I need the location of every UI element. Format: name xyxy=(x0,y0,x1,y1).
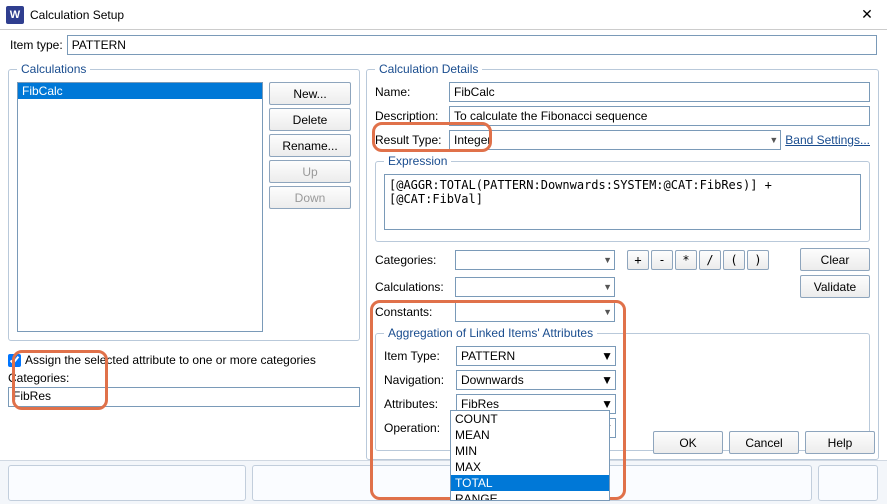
expr-categories-label: Categories: xyxy=(375,253,451,267)
option-range[interactable]: RANGE xyxy=(451,491,609,500)
item-type-input[interactable] xyxy=(67,35,877,55)
categories-label: Categories: xyxy=(8,371,360,385)
aggr-itemtype-dropdown[interactable]: PATTERN▼ xyxy=(456,346,616,366)
chevron-down-icon: ▼ xyxy=(603,255,612,265)
ok-button[interactable]: OK xyxy=(653,431,723,454)
option-total[interactable]: TOTAL xyxy=(451,475,609,491)
result-type-value: Integer xyxy=(454,133,491,147)
close-icon[interactable]: ✕ xyxy=(847,0,887,30)
list-item[interactable]: FibCalc xyxy=(18,83,262,99)
app-icon: W xyxy=(6,6,24,24)
aggr-navigation-dropdown[interactable]: Downwards▼ xyxy=(456,370,616,390)
rename-button[interactable]: Rename... xyxy=(269,134,351,157)
delete-button[interactable]: Delete xyxy=(269,108,351,131)
expression-legend: Expression xyxy=(384,154,451,168)
down-button: Down xyxy=(269,186,351,209)
aggr-navigation-label: Navigation: xyxy=(384,373,452,387)
op-lparen-button[interactable]: ( xyxy=(723,250,745,270)
op-mul-button[interactable]: * xyxy=(675,250,697,270)
expr-constants-label: Constants: xyxy=(375,305,451,319)
aggr-attributes-label: Attributes: xyxy=(384,397,452,411)
expr-calculations-label: Calculations: xyxy=(375,280,451,294)
chevron-down-icon: ▼ xyxy=(601,349,613,363)
details-legend: Calculation Details xyxy=(375,62,482,76)
assign-checkbox[interactable] xyxy=(8,354,21,367)
result-type-label: Result Type: xyxy=(375,133,445,147)
calculations-legend: Calculations xyxy=(17,62,90,76)
op-plus-button[interactable]: + xyxy=(627,250,649,270)
chevron-down-icon: ▼ xyxy=(601,397,613,411)
description-label: Description: xyxy=(375,109,445,123)
operation-options-list[interactable]: COUNT MEAN MIN MAX TOTAL RANGE xyxy=(450,410,610,501)
expr-calculations-dropdown[interactable]: ▼ xyxy=(455,277,615,297)
cancel-button[interactable]: Cancel xyxy=(729,431,799,454)
result-type-dropdown[interactable]: Integer ▼ xyxy=(449,130,781,150)
calculations-list[interactable]: FibCalc xyxy=(17,82,263,332)
op-rparen-button[interactable]: ) xyxy=(747,250,769,270)
chevron-down-icon: ▼ xyxy=(603,307,612,317)
name-input[interactable] xyxy=(449,82,870,102)
name-label: Name: xyxy=(375,85,445,99)
expr-constants-dropdown[interactable]: ▼ xyxy=(455,302,615,322)
categories-value[interactable]: FibRes xyxy=(8,387,360,407)
aggr-itemtype-label: Item Type: xyxy=(384,349,452,363)
expression-input[interactable] xyxy=(384,174,861,230)
chevron-down-icon: ▼ xyxy=(601,373,613,387)
help-button[interactable]: Help xyxy=(805,431,875,454)
new-button[interactable]: New... xyxy=(269,82,351,105)
aggregation-legend: Aggregation of Linked Items' Attributes xyxy=(384,326,597,340)
description-input[interactable] xyxy=(449,106,870,126)
op-div-button[interactable]: / xyxy=(699,250,721,270)
option-max[interactable]: MAX xyxy=(451,459,609,475)
option-count[interactable]: COUNT xyxy=(451,411,609,427)
validate-button[interactable]: Validate xyxy=(800,275,870,298)
chevron-down-icon: ▼ xyxy=(769,135,778,145)
window-title: Calculation Setup xyxy=(30,8,847,22)
band-settings-link[interactable]: Band Settings... xyxy=(785,133,870,147)
chevron-down-icon: ▼ xyxy=(603,282,612,292)
item-type-label: Item type: xyxy=(10,38,63,52)
op-minus-button[interactable]: - xyxy=(651,250,673,270)
option-mean[interactable]: MEAN xyxy=(451,427,609,443)
expr-categories-dropdown[interactable]: ▼ xyxy=(455,250,615,270)
aggr-operation-label: Operation: xyxy=(384,421,452,435)
assign-label: Assign the selected attribute to one or … xyxy=(25,353,316,367)
clear-button[interactable]: Clear xyxy=(800,248,870,271)
option-min[interactable]: MIN xyxy=(451,443,609,459)
background-window-hint xyxy=(0,460,887,504)
up-button: Up xyxy=(269,160,351,183)
